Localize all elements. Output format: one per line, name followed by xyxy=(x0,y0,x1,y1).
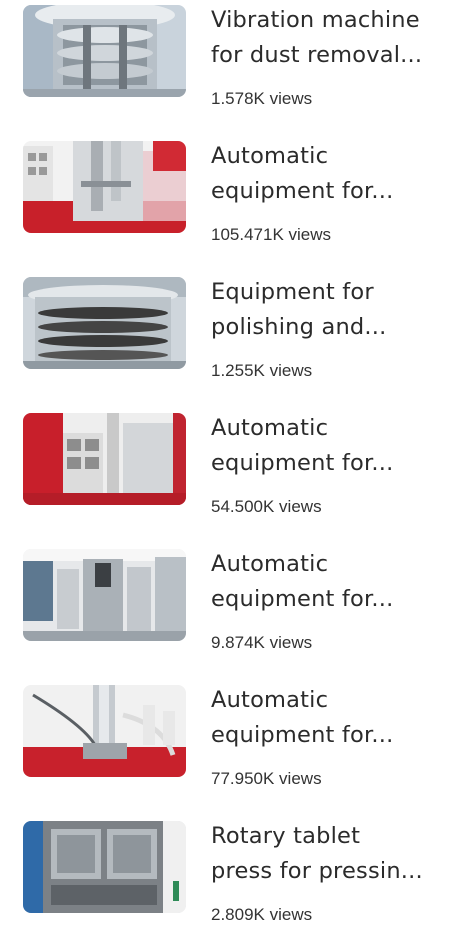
view-count: 54.500K views xyxy=(211,497,322,516)
video-list: Vibration machine for dust removal... 1.… xyxy=(0,0,463,925)
video-item[interactable]: Automatic equipment for... 9.874K views xyxy=(0,544,463,674)
video-thumbnail[interactable] xyxy=(23,277,186,369)
video-thumbnail[interactable] xyxy=(23,821,186,913)
video-thumbnail[interactable] xyxy=(23,685,186,777)
view-count: 105.471K views xyxy=(211,225,332,244)
video-title[interactable]: Automatic equipment for... xyxy=(211,547,451,617)
video-thumbnail[interactable] xyxy=(23,5,186,97)
view-count: 2.809K views xyxy=(211,905,313,924)
video-item[interactable]: Rotary tablet press for pressin... 2.809… xyxy=(0,816,463,946)
video-title[interactable]: Equipment for polishing and... xyxy=(211,275,451,345)
view-count: 9.874K views xyxy=(211,633,313,652)
video-thumbnail[interactable] xyxy=(23,413,186,505)
video-title[interactable]: Vibration machine for dust removal... xyxy=(211,3,451,73)
video-item[interactable]: Automatic equipment for... 54.500K views xyxy=(0,408,463,538)
view-count: 1.578K views xyxy=(211,89,313,108)
video-item[interactable]: Automatic equipment for... 105.471K view… xyxy=(0,136,463,266)
view-count: 77.950K views xyxy=(211,769,322,788)
video-item[interactable]: Automatic equipment for... 77.950K views xyxy=(0,680,463,810)
video-title[interactable]: Automatic equipment for... xyxy=(211,683,451,753)
video-thumbnail[interactable] xyxy=(23,549,186,641)
video-title[interactable]: Automatic equipment for... xyxy=(211,411,451,481)
video-title[interactable]: Rotary tablet press for pressin... xyxy=(211,819,451,889)
video-item[interactable]: Vibration machine for dust removal... 1.… xyxy=(0,0,463,130)
video-item[interactable]: Equipment for polishing and... 1.255K vi… xyxy=(0,272,463,402)
view-count: 1.255K views xyxy=(211,361,313,380)
video-title[interactable]: Automatic equipment for... xyxy=(211,139,451,209)
video-thumbnail[interactable] xyxy=(23,141,186,233)
